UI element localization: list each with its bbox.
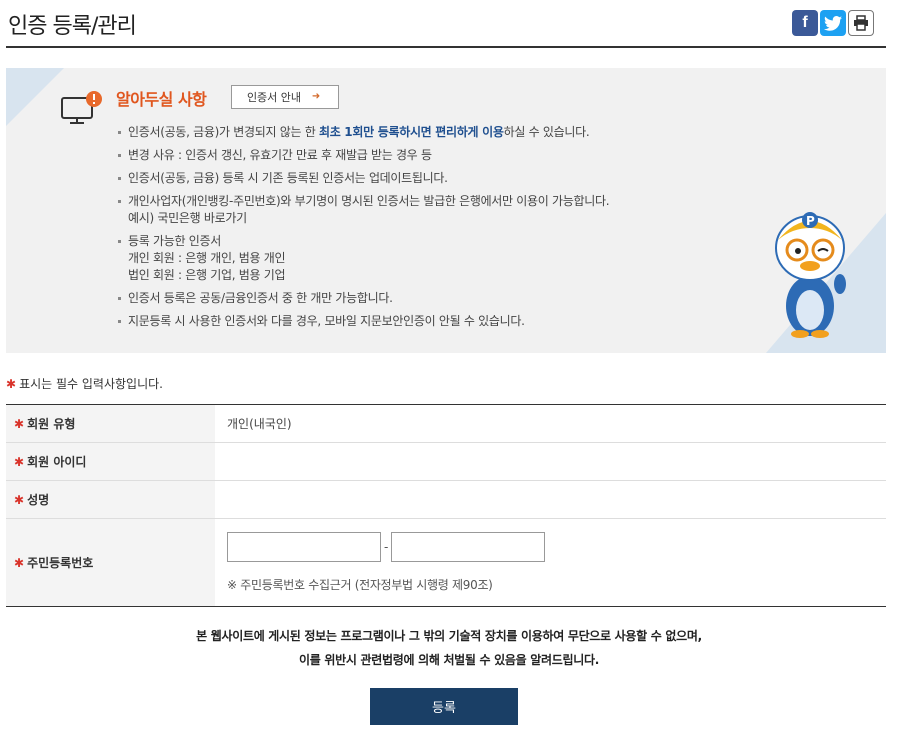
notice-heading: 알아두실 사항 [116,90,207,109]
arrow-right-icon: ➜ [309,90,324,104]
notice-subtext: 개인 회원 : 은행 개인, 범용 개인 [128,251,286,265]
notice-text: 하실 수 있습니다. [503,125,590,139]
registration-form: ✱ 회원 유형 개인(내국인) ✱ 회원 아이디 ✱ 성명 ✱ 주민등록번호 - ※ 주… [6,404,886,607]
member-id-value [215,443,886,480]
name-label: ✱ 성명 [6,481,215,518]
label-text: 주민등록번호 [27,556,94,570]
notice-subtext: 법인 회원 : 은행 기업, 범용 기업 [128,268,286,282]
legal-notice: 본 웹사이트에 게시된 정보는 프로그램이나 그 밖의 기술적 장치를 이용하여… [0,624,898,672]
required-asterisk-icon: ✱ [14,416,25,431]
required-fields-note: ✱ 표시는 필수 입력사항입니다. [6,375,163,392]
required-asterisk-icon: ✱ [14,555,25,570]
twitter-bird-icon [824,15,842,31]
notice-item: 등록 가능한 인증서개인 회원 : 은행 개인, 범용 개인법인 회원 : 은행… [116,233,716,284]
required-note-text: 표시는 필수 입력사항입니다. [19,377,163,391]
certificate-guide-button[interactable]: 인증서 안내 ➜ [231,85,339,109]
decorative-corner [6,68,64,126]
notice-highlight: 최초 1회만 등록하시면 편리하게 이용 [318,125,504,139]
notice-item: 지문등록 시 사용한 인증서와 다를 경우, 모바일 지문보안인증이 안될 수 … [116,313,716,330]
form-row-member-id: ✱ 회원 아이디 [6,443,886,481]
form-row-name: ✱ 성명 [6,481,886,519]
notice-item: 인증서(공동, 금융)가 변경되지 않는 한 최초 1회만 등록하시면 편리하게… [116,124,716,141]
printer-icon [854,15,868,31]
member-type-value: 개인(내국인) [227,417,292,431]
form-row-member-type: ✱ 회원 유형 개인(내국인) [6,405,886,443]
notice-text: 등록 가능한 인증서 [128,234,221,248]
notice-item: 인증서 등록은 공동/금융인증서 중 한 개만 가능합니다. [116,290,716,307]
ssn-value: - ※ 주민등록번호 수집근거 (전자정부법 시행령 제90조) [215,519,886,606]
form-row-ssn: ✱ 주민등록번호 - ※ 주민등록번호 수집근거 (전자정부법 시행령 제90조) [6,519,886,606]
ssn-legal-note: ※ 주민등록번호 수집근거 (전자정부법 시행령 제90조) [227,578,493,592]
mascot-penguin-icon: P [775,212,846,338]
guide-button-label: 인증서 안내 [246,91,302,104]
notice-item: 변경 사유 : 인증서 갱신, 유효기간 만료 후 재발급 받는 경우 등 [116,147,716,164]
required-asterisk-icon: ✱ [6,377,17,391]
notice-list: 인증서(공동, 금융)가 변경되지 않는 한 최초 1회만 등록하시면 편리하게… [116,124,716,336]
label-text: 성명 [27,493,50,507]
notice-item: 개인사업자(개인뱅킹-주민번호)와 부기명이 명시된 인증서는 발급한 은행에서… [116,193,716,227]
member-type-label: ✱ 회원 유형 [6,405,215,442]
member-id-label: ✱ 회원 아이디 [6,443,215,480]
monitor-alert-icon [61,91,102,124]
register-button[interactable]: 등록 [370,688,518,725]
print-icon[interactable] [848,10,874,36]
required-asterisk-icon: ✱ [14,492,25,507]
notice-item: 인증서(공동, 금융) 등록 시 기존 등록된 인증서는 업데이트됩니다. [116,170,716,187]
label-text: 회원 유형 [27,417,76,431]
ssn-front-input[interactable] [227,532,381,562]
label-text: 회원 아이디 [27,455,87,469]
share-toolbar: f [792,10,874,36]
notice-text: 개인사업자(개인뱅킹-주민번호)와 부기명이 명시된 인증서는 발급한 은행에서… [128,194,610,208]
notice-box: 알아두실 사항 인증서 안내 ➜ 인증서(공동, 금융)가 변경되지 않는 한 … [6,68,886,353]
ssn-inputs: - [227,532,546,562]
required-asterisk-icon: ✱ [14,454,25,469]
page-title: 인증 등록/관리 [8,14,137,39]
svg-text:P: P [806,214,815,228]
title-divider [6,46,886,48]
ssn-dash: - [384,540,389,554]
facebook-icon[interactable]: f [792,10,818,36]
facebook-glyph: f [802,14,808,31]
ssn-back-input[interactable] [391,532,546,562]
name-value [215,481,886,518]
ssn-field-group: - ※ 주민등록번호 수집근거 (전자정부법 시행령 제90조) [227,532,546,593]
legal-line: 이를 위반시 관련법령에 의해 처벌될 수 있음을 알려드립니다. [299,653,599,667]
notice-text: 인증서(공동, 금융)가 변경되지 않는 한 [128,125,319,139]
legal-line: 본 웹사이트에 게시된 정보는 프로그램이나 그 밖의 기술적 장치를 이용하여… [196,629,702,643]
twitter-icon[interactable] [820,10,846,36]
ssn-label: ✱ 주민등록번호 [6,519,215,606]
bank-shortcut-link[interactable]: 예시) 국민은행 바로가기 [128,211,247,225]
